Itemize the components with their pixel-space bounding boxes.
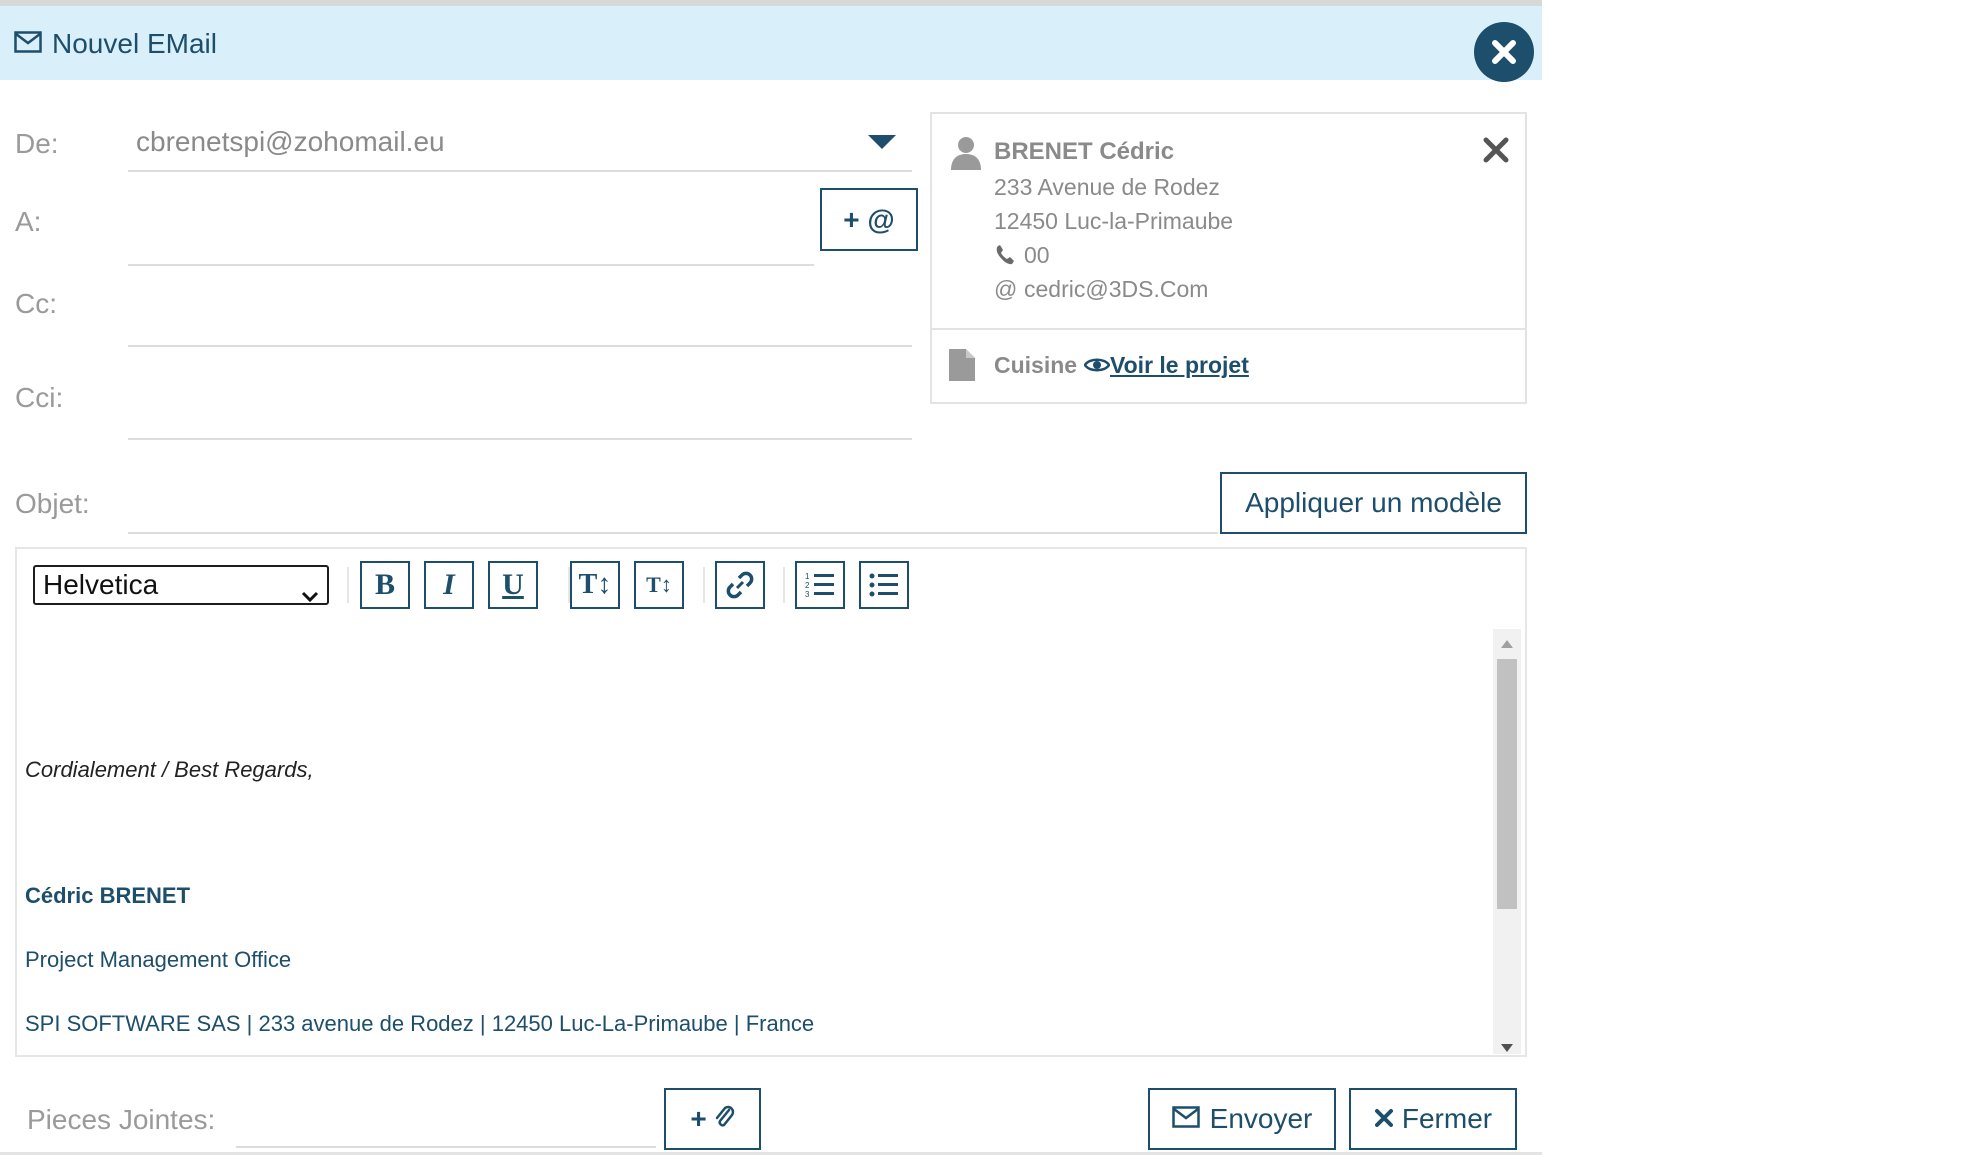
- title-bar: Nouvel EMail: [0, 6, 1542, 82]
- bcc-underline: [128, 438, 912, 440]
- close-button[interactable]: Fermer: [1349, 1088, 1517, 1150]
- from-underline: [128, 170, 912, 172]
- text-size-increase-button[interactable]: T↕: [570, 561, 620, 609]
- underline-button[interactable]: U: [488, 561, 538, 609]
- contact-divider: [932, 328, 1525, 330]
- subject-input[interactable]: [136, 486, 1196, 536]
- add-attachment-button[interactable]: +: [664, 1088, 761, 1150]
- ordered-list-icon: 123: [805, 572, 834, 599]
- apply-template-button[interactable]: Appliquer un modèle: [1220, 472, 1527, 534]
- scroll-down-arrow-icon[interactable]: [1501, 1039, 1513, 1057]
- subject-underline: [128, 532, 1218, 534]
- font-select[interactable]: Helvetica: [33, 565, 329, 605]
- bold-button[interactable]: B: [360, 561, 410, 609]
- contact-address-line2: 12450 Luc-la-Primaube: [994, 208, 1234, 234]
- signature-name: Cédric BRENET: [25, 883, 191, 908]
- signature-company: SPI SOFTWARE SAS | 233 avenue de Rodez |…: [25, 1011, 815, 1036]
- view-project-link[interactable]: Voir le projet: [1110, 352, 1249, 379]
- link-button[interactable]: [715, 561, 765, 609]
- close-label: Fermer: [1401, 1103, 1493, 1134]
- dropdown-arrow-icon[interactable]: [868, 135, 896, 156]
- toolbar-divider: [347, 567, 349, 603]
- bullet-list-icon: [869, 573, 898, 597]
- cc-input[interactable]: [136, 288, 906, 338]
- phone-icon: [994, 244, 1016, 271]
- font-select-value: Helvetica: [43, 569, 159, 600]
- cc-label: Cc:: [15, 288, 57, 319]
- email-dialog: Nouvel EMail De: cbrenetspi@zohomail.eu …: [0, 0, 1542, 1155]
- contact-name: BRENET Cédric: [994, 138, 1175, 165]
- from-select-value[interactable]: cbrenetspi@zohomail.eu: [136, 126, 445, 158]
- editor-body[interactable]: Cordialement / Best Regards, Cédric BREN…: [17, 619, 1487, 1055]
- scrollbar-thumb[interactable]: [1497, 659, 1517, 909]
- add-address-button[interactable]: + @: [820, 188, 918, 251]
- close-icon: [1374, 1103, 1394, 1135]
- attachments-label: Pieces Jointes:: [27, 1104, 216, 1135]
- text-size-decrease-button[interactable]: T↕: [634, 561, 684, 609]
- rich-text-editor: Helvetica B I U T↕ T↕ 123 Cordialement /…: [15, 547, 1527, 1057]
- contact-phone: 00: [1024, 242, 1050, 268]
- send-label: Envoyer: [1209, 1103, 1313, 1134]
- signature-role: Project Management Office: [25, 947, 292, 972]
- ordered-list-button[interactable]: 123: [795, 561, 845, 609]
- project-name: Cuisine: [994, 352, 1078, 378]
- eye-icon: [1083, 357, 1111, 378]
- bullet-list-button[interactable]: [859, 561, 909, 609]
- contact-card: BRENET Cédric 233 Avenue de Rodez 12450 …: [930, 112, 1527, 404]
- chevron-down-icon: [301, 578, 319, 610]
- dialog-title: Nouvel EMail: [14, 28, 217, 60]
- from-label: De:: [15, 128, 59, 159]
- cc-underline: [128, 345, 912, 347]
- add-attachment-label: +: [690, 1103, 707, 1134]
- editor-scrollbar[interactable]: [1493, 629, 1521, 1054]
- bcc-input[interactable]: [136, 380, 906, 430]
- svg-text:2: 2: [805, 581, 810, 590]
- bcc-label: Cci:: [15, 382, 64, 413]
- subject-label: Objet:: [15, 488, 90, 519]
- greeting-line: Cordialement / Best Regards,: [25, 757, 314, 782]
- contact-address-line1: 233 Avenue de Rodez: [994, 174, 1220, 200]
- dialog-title-text: Nouvel EMail: [52, 28, 217, 59]
- document-icon: [948, 348, 976, 387]
- attachments-underline: [236, 1146, 656, 1148]
- person-icon: [950, 136, 982, 175]
- scroll-up-arrow-icon[interactable]: [1501, 635, 1513, 653]
- envelope-icon: [1171, 1103, 1200, 1135]
- to-input[interactable]: [136, 206, 796, 256]
- to-label: A:: [15, 206, 42, 237]
- italic-button[interactable]: I: [424, 561, 474, 609]
- toolbar-divider: [703, 567, 705, 603]
- svg-text:3: 3: [805, 590, 810, 599]
- link-icon: [726, 571, 754, 599]
- contact-email[interactable]: cedric@3DS.Com: [1024, 276, 1208, 303]
- send-button[interactable]: Envoyer: [1148, 1088, 1336, 1150]
- svg-text:1: 1: [805, 572, 810, 581]
- to-underline: [128, 264, 814, 266]
- envelope-icon: [14, 28, 42, 60]
- paperclip-icon: [713, 1102, 735, 1137]
- close-circle-icon[interactable]: [1474, 22, 1534, 82]
- toolbar-divider: [783, 567, 785, 603]
- at-icon: @: [994, 276, 1018, 302]
- close-icon[interactable]: [1482, 136, 1510, 169]
